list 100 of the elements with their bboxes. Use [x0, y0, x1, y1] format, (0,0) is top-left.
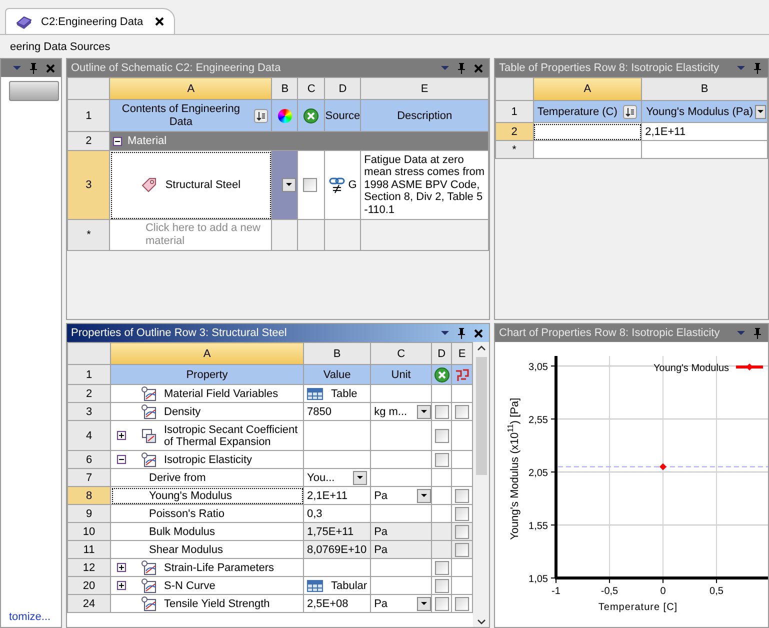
tab-title: C2:Engineering Data [41, 16, 144, 28]
scrollbar-thumb[interactable] [476, 357, 488, 475]
tag-icon [141, 177, 158, 193]
row-header: 20 [68, 576, 110, 594]
table-cell[interactable]: 2,1E+11 [642, 122, 768, 140]
section-header[interactable] [9, 81, 59, 101]
tick-label: -0,5 [600, 586, 618, 597]
close-icon[interactable] [155, 17, 164, 26]
unit-text[interactable]: Pa [374, 544, 388, 556]
chart-icon [141, 404, 157, 420]
scroll-up-icon[interactable] [477, 345, 486, 351]
scroll-down-icon[interactable] [477, 619, 486, 625]
dropdown-icon[interactable] [737, 330, 745, 336]
column-header[interactable]: D [432, 342, 452, 364]
column-header[interactable]: C [298, 78, 325, 100]
value-text[interactable]: 0,3 [307, 508, 322, 520]
pin-icon[interactable] [753, 62, 762, 74]
expand-toggle[interactable] [117, 563, 126, 572]
column-header[interactable]: Description [360, 100, 488, 132]
row-header: 11 [68, 540, 110, 558]
pin-icon[interactable] [29, 62, 38, 74]
row-header: 3 [68, 150, 110, 220]
checkbox[interactable] [435, 596, 450, 610]
column-header[interactable]: Source [324, 100, 361, 132]
expand-toggle[interactable] [117, 431, 126, 440]
row-header: 8 [68, 486, 110, 504]
property-name[interactable]: S-N Curve [164, 580, 216, 592]
column-header[interactable]: Property [110, 364, 304, 384]
checkbox[interactable] [435, 560, 450, 574]
row-header: * [496, 140, 534, 158]
unit-text[interactable]: Pa [374, 490, 388, 502]
checkbox[interactable] [455, 404, 470, 418]
checkbox[interactable] [435, 404, 450, 418]
checkbox[interactable] [455, 524, 470, 538]
column-header[interactable]: B [304, 342, 371, 364]
dropdown-icon[interactable] [737, 65, 745, 71]
stack-icon [141, 428, 157, 444]
property-name[interactable]: Density [164, 406, 201, 418]
dropdown-button[interactable] [417, 404, 431, 418]
row-header: 3 [68, 402, 110, 420]
collapse-toggle[interactable] [113, 136, 122, 146]
link-icon [329, 177, 346, 193]
checkbox[interactable] [455, 542, 470, 556]
panel-title: Properties of Outline Row 3: Structural Steel [71, 327, 288, 339]
tick-label: 0,5 [710, 586, 724, 597]
panel-title: Outline of Schematic C2: Engineering Data [71, 62, 282, 74]
dropdown-button[interactable] [417, 596, 431, 610]
row-header: 9 [68, 504, 110, 522]
column-header[interactable]: A [110, 342, 304, 364]
color-swatch[interactable] [272, 152, 297, 218]
column-header[interactable]: D [324, 78, 361, 100]
checkbox[interactable] [435, 452, 450, 466]
column-header[interactable]: A [110, 78, 272, 100]
checkbox[interactable] [303, 178, 318, 192]
tick-label: -1 [552, 586, 560, 597]
customize-link[interactable]: tomize... [1, 611, 61, 623]
pin-icon[interactable] [457, 327, 466, 339]
pin-icon[interactable] [753, 327, 762, 339]
category-label: Material [127, 135, 167, 147]
material-name[interactable]: Structural Steel [165, 179, 241, 191]
checkbox[interactable] [455, 596, 470, 610]
collapse-toggle[interactable] [117, 455, 126, 464]
toolbar-button[interactable]: eering Data Sources [10, 40, 110, 52]
checkbox[interactable] [435, 578, 450, 592]
sort-icon[interactable] [254, 108, 268, 122]
dropdown-icon[interactable] [13, 65, 21, 71]
scrollbar[interactable] [473, 342, 489, 627]
column-header[interactable]: Unit [370, 364, 432, 384]
expand-toggle[interactable] [117, 581, 126, 590]
column-header[interactable]: B [642, 78, 768, 100]
dropdown-icon[interactable] [441, 330, 449, 336]
property-name[interactable]: Derive from [149, 472, 206, 484]
checkbox[interactable] [435, 428, 450, 442]
sort-icon[interactable] [623, 104, 638, 118]
column-header[interactable]: B [272, 78, 298, 100]
row-header: 1 [68, 364, 110, 384]
document-tab[interactable]: C2:Engineering Data [5, 8, 175, 34]
dropdown-button[interactable] [755, 104, 766, 118]
tick-label: 2,55 [528, 415, 548, 426]
column-header[interactable]: C [370, 342, 432, 364]
checkbox[interactable] [455, 506, 470, 520]
legend-marker [736, 364, 763, 370]
unit-text[interactable]: Pa [374, 526, 388, 538]
x-circle-icon [434, 366, 450, 382]
chart-icon [141, 386, 157, 402]
close-icon[interactable] [474, 328, 483, 338]
dropdown-icon[interactable] [441, 65, 449, 71]
chart-icon [141, 578, 157, 594]
column-header[interactable]: E [452, 342, 473, 364]
column-header[interactable]: A [533, 78, 642, 100]
row-header: 12 [68, 558, 110, 576]
column-header[interactable]: Value [304, 364, 371, 384]
dropdown-button[interactable] [353, 470, 368, 484]
dropdown-button[interactable] [282, 178, 296, 192]
pin-icon[interactable] [457, 62, 466, 74]
column-header[interactable]: E [360, 78, 488, 100]
checkbox[interactable] [455, 488, 470, 502]
table-icon [307, 388, 323, 400]
unit-text[interactable]: Pa [374, 598, 388, 610]
dropdown-button[interactable] [417, 488, 431, 502]
